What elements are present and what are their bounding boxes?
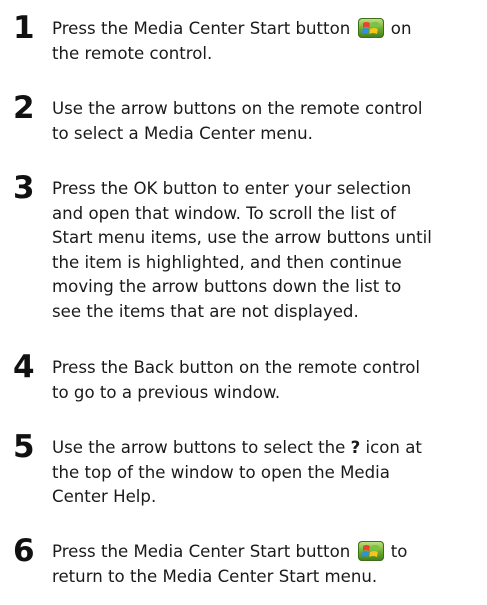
- step-number: 1: [13, 10, 35, 46]
- step-line: and open that window. To scroll the list…: [52, 203, 396, 223]
- step-line: Use the arrow buttons to select the ? ic…: [52, 436, 477, 461]
- step-line: Center Help.: [52, 487, 157, 506]
- step-line: the top of the window to open the Media: [52, 462, 390, 482]
- step-line: Press the Media Center Start button on: [52, 17, 477, 42]
- step-number: 2: [13, 90, 35, 126]
- text-segment: Press the Media Center Start button: [52, 19, 356, 38]
- step-text: Press the OK button to enter your select…: [52, 177, 477, 324]
- step-text: Use the arrow buttons on the remote cont…: [52, 97, 477, 146]
- text-segment: Press the Media Center Start button: [52, 542, 356, 561]
- step-line: return to the Media Center Start menu.: [52, 566, 378, 586]
- step-line: Start menu items, use the arrow buttons …: [52, 228, 432, 247]
- text-segment: icon at: [360, 438, 422, 457]
- step-number: 5: [13, 429, 35, 465]
- step-line: moving the arrow buttons down the list t…: [52, 277, 402, 296]
- step-line: to go to a previous window.: [52, 382, 281, 402]
- step-line: Use the arrow buttons on the remote cont…: [52, 99, 423, 118]
- step-line: the item is highlighted, and then contin…: [52, 252, 402, 272]
- step-line: see the items that are not displayed.: [52, 301, 359, 321]
- text-segment: on: [385, 19, 412, 38]
- step-line: the remote control.: [52, 43, 213, 63]
- text-segment: Use the arrow buttons to select the: [52, 438, 351, 457]
- windows-start-icon: [357, 18, 384, 38]
- step-text: Press the Media Center Start button on t…: [52, 17, 477, 66]
- step-number: 4: [13, 349, 35, 385]
- step-line: Press the OK button to enter your select…: [52, 179, 412, 198]
- step-text: Press the Back button on the remote cont…: [52, 356, 477, 405]
- step-number: 6: [13, 533, 35, 569]
- windows-start-icon: [357, 541, 384, 561]
- step-text: Use the arrow buttons to select the ? ic…: [52, 436, 477, 510]
- step-number: 3: [13, 170, 35, 206]
- step-line: Press the Media Center Start button to: [52, 540, 477, 565]
- step-text: Press the Media Center Start button to r…: [52, 540, 477, 589]
- text-segment: to: [385, 542, 408, 561]
- step-line: Press the Back button on the remote cont…: [52, 358, 420, 377]
- help-question-mark-icon: ?: [350, 438, 361, 457]
- step-line: to select a Media Center menu.: [52, 123, 313, 143]
